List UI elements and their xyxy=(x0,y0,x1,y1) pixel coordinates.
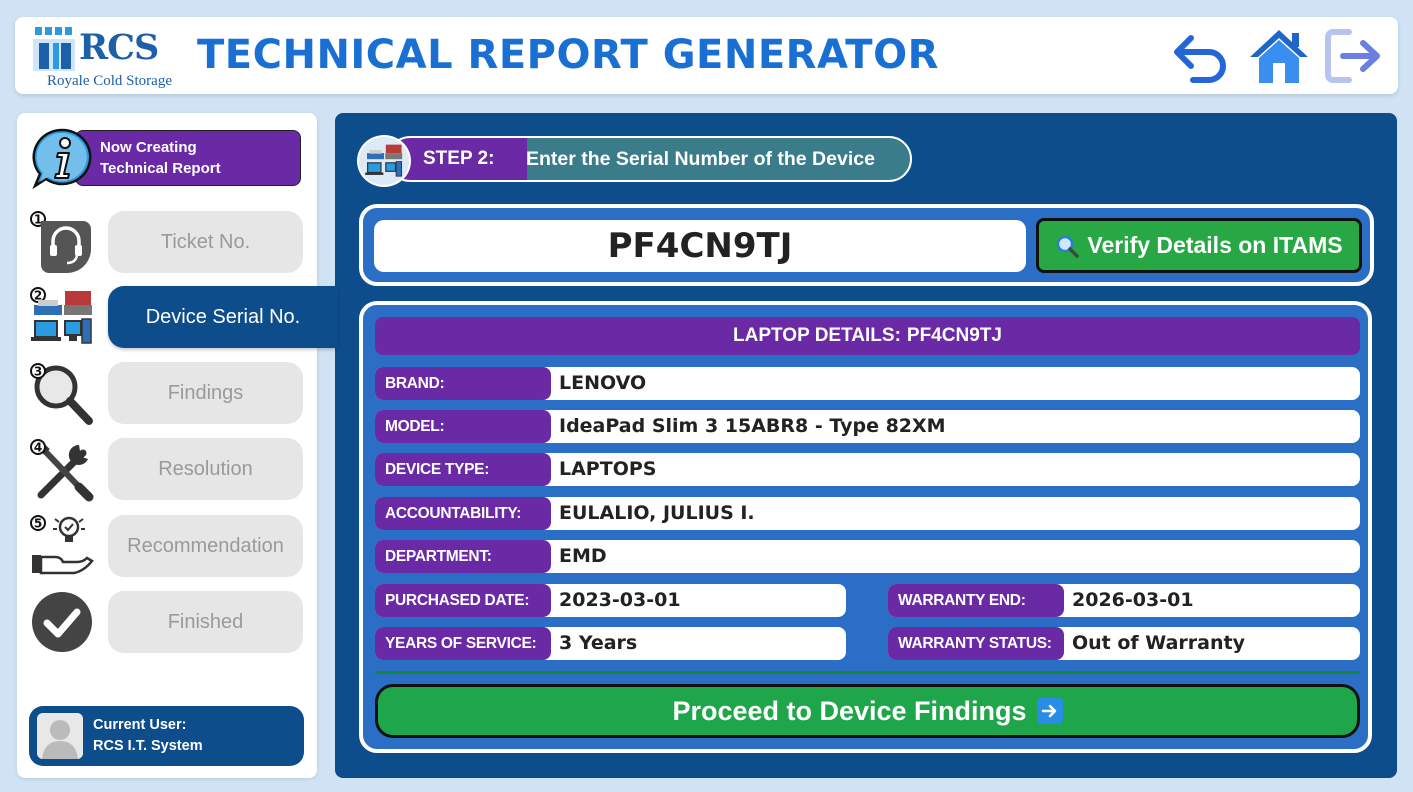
svg-text:1: 1 xyxy=(34,213,42,227)
step-finished[interactable]: Finished xyxy=(108,591,303,653)
accountability-value: EULALIO, JULIUS I. xyxy=(559,502,755,524)
warranty-status-label: WARRANTY STATUS: xyxy=(888,627,1064,660)
logout-icon xyxy=(1325,29,1380,83)
step-header: STEP 2: Enter the Serial Number of the D… xyxy=(357,135,912,187)
page-title: TECHNICAL REPORT GENERATOR xyxy=(197,32,939,78)
svg-text:3: 3 xyxy=(34,365,42,379)
device-type-row: DEVICE TYPE: LAPTOPS xyxy=(375,453,1360,486)
app-header: RCS Royale Cold Storage TECHNICAL REPORT… xyxy=(15,17,1398,94)
divider xyxy=(375,671,1360,674)
proceed-to-findings-button[interactable]: Proceed to Device Findings xyxy=(375,684,1360,738)
years-of-service-label: YEARS OF SERVICE: xyxy=(375,627,551,660)
home-icon xyxy=(1250,30,1308,83)
step-device-serial-no[interactable]: Device Serial No. xyxy=(108,286,338,348)
step-description: Enter the Serial Number of the Device xyxy=(510,136,912,182)
search-icon xyxy=(1057,235,1080,258)
logo-abbr: RCS xyxy=(79,27,159,68)
status-line-2: Technical Report xyxy=(100,160,221,177)
device-type-label: DEVICE TYPE: xyxy=(375,453,551,486)
department-row: DEPARTMENT: EMD xyxy=(375,540,1360,573)
home-button[interactable] xyxy=(1248,25,1310,87)
details-title-prefix: LAPTOP DETAILS: xyxy=(733,325,901,346)
verify-itams-label: Verify Details on ITAMS xyxy=(1087,232,1343,258)
avatar xyxy=(37,713,83,759)
device-type-value: LAPTOPS xyxy=(559,458,657,480)
device-details-panel: LAPTOP DETAILS: PF4CN9TJ BRAND: LENOVO M… xyxy=(359,301,1372,753)
devices-icon: 2 xyxy=(30,287,92,344)
warranty-status-value: Out of Warranty xyxy=(1072,632,1245,654)
step-sidebar: Now Creating Technical Report 1 Ticket N… xyxy=(17,113,338,778)
serial-number-input[interactable] xyxy=(374,220,1026,272)
devices-icon xyxy=(365,144,403,177)
logo-company-name: Royale Cold Storage xyxy=(47,73,172,89)
model-row: MODEL: IdeaPad Slim 3 15ABR8 - Type 82XM xyxy=(375,410,1360,443)
model-label: MODEL: xyxy=(375,410,551,443)
warranty-end-label: WARRANTY END: xyxy=(888,584,1064,617)
user-avatar-icon xyxy=(37,713,83,759)
undo-button[interactable] xyxy=(1170,25,1232,87)
purchased-date-label: PURCHASED DATE: xyxy=(375,584,551,617)
magnifier-icon: 3 xyxy=(30,363,93,425)
main-panel: STEP 2: Enter the Serial Number of the D… xyxy=(335,113,1397,778)
svg-text:5: 5 xyxy=(34,517,42,531)
company-logo: RCS Royale Cold Storage xyxy=(31,21,177,91)
current-user-panel: Current User: RCS I.T. System xyxy=(29,706,304,766)
status-line-1: Now Creating xyxy=(100,139,197,156)
details-title-serial: PF4CN9TJ xyxy=(906,325,1002,346)
tools-icon: 4 xyxy=(30,439,94,502)
svg-text:4: 4 xyxy=(34,441,42,455)
department-label: DEPARTMENT: xyxy=(375,540,551,573)
proceed-label: Proceed to Device Findings xyxy=(672,695,1027,726)
department-value: EMD xyxy=(559,545,607,567)
purchased-date-row: PURCHASED DATE: 2023-03-01 xyxy=(375,584,846,617)
brand-row: BRAND: LENOVO xyxy=(375,367,1360,400)
current-user-label: Current User: xyxy=(93,717,187,733)
brand-label: BRAND: xyxy=(375,367,551,400)
details-title: LAPTOP DETAILS: PF4CN9TJ xyxy=(375,317,1360,355)
accountability-label: ACCOUNTABILITY: xyxy=(375,497,551,530)
warranty-end-value: 2026-03-01 xyxy=(1072,589,1194,611)
step-device-icon-badge xyxy=(357,135,411,187)
status-box: Now Creating Technical Report xyxy=(75,130,301,186)
idea-hand-icon: 5 xyxy=(30,515,94,575)
arrow-right-icon xyxy=(1036,698,1063,724)
logout-button[interactable] xyxy=(1323,25,1385,87)
step-ticket-no[interactable]: Ticket No. xyxy=(108,211,303,273)
current-user-name: RCS I.T. System xyxy=(93,738,203,754)
serial-entry-panel: Verify Details on ITAMS xyxy=(359,204,1374,286)
check-circle-icon xyxy=(32,592,92,652)
step-recommendation[interactable]: Recommendation xyxy=(108,515,303,577)
accountability-row: ACCOUNTABILITY: EULALIO, JULIUS I. xyxy=(375,497,1360,530)
purchased-date-value: 2023-03-01 xyxy=(559,589,681,611)
step-resolution[interactable]: Resolution xyxy=(108,438,303,500)
years-of-service-row: YEARS OF SERVICE: 3 Years xyxy=(375,627,846,660)
brand-value: LENOVO xyxy=(559,372,647,394)
model-value: IdeaPad Slim 3 15ABR8 - Type 82XM xyxy=(559,415,946,437)
step-findings[interactable]: Findings xyxy=(108,362,303,424)
warranty-end-row: WARRANTY END: 2026-03-01 xyxy=(888,584,1360,617)
info-icon xyxy=(32,128,92,189)
headset-icon: 1 xyxy=(30,211,91,273)
logo-mark-icon xyxy=(33,27,75,71)
undo-icon xyxy=(1174,35,1226,83)
verify-itams-button[interactable]: Verify Details on ITAMS xyxy=(1036,218,1362,273)
warranty-status-row: WARRANTY STATUS: Out of Warranty xyxy=(888,627,1360,660)
years-of-service-value: 3 Years xyxy=(559,632,638,654)
